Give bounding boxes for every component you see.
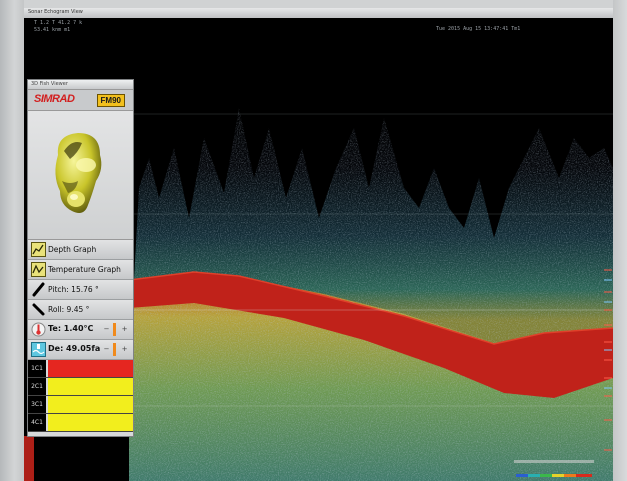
readout-line-2: 53.41 knm m1 — [34, 27, 71, 33]
roll-row: Roll: 9.45 ° — [28, 300, 133, 320]
temperature-graph-button[interactable]: Temperature Graph — [28, 260, 133, 280]
depth-increase-button[interactable]: + — [120, 344, 129, 355]
temperature-increase-button[interactable]: + — [120, 324, 129, 335]
pitch-icon — [32, 282, 45, 297]
fish-3d-model — [55, 133, 102, 213]
screen-frame-top — [0, 0, 627, 8]
datetime-readout: Tue 2015 Aug 15 13:47:41 Tm1 — [436, 26, 521, 32]
channel-row[interactable]: 1C1 — [28, 360, 133, 378]
depth-value: De: 49.05fa — [48, 344, 101, 353]
chart-icon — [31, 262, 46, 277]
depth-icon — [31, 342, 46, 357]
model-badge: FM90 — [96, 94, 125, 107]
depth-graph-button[interactable]: Depth Graph — [28, 240, 133, 260]
channel-tag: 3C1 — [28, 396, 46, 413]
position-readout: T 1.2 T 41.2 7 k 53.41 knm m1 — [34, 20, 82, 34]
fish-viewer-panel: 3D Fish Viewer SIMRAD FM90 Depth Graph T… — [27, 79, 134, 437]
channel-color-swatch[interactable] — [48, 360, 133, 377]
screen-frame-left — [0, 0, 24, 481]
depth-decrease-button[interactable]: − — [102, 344, 111, 355]
chart-icon — [31, 242, 46, 257]
depth-level-indicator — [113, 343, 116, 356]
channel-tag: 4C1 — [28, 414, 46, 431]
pitch-row: Pitch: 15.76 ° — [28, 280, 133, 300]
roll-value: Roll: 9.45 ° — [48, 305, 90, 314]
brand-bar: SIMRAD FM90 — [28, 90, 133, 111]
channel-row[interactable]: 2C1 — [28, 378, 133, 396]
channel-color-swatch[interactable] — [48, 414, 133, 431]
channel-color-swatch[interactable] — [48, 396, 133, 413]
3d-fish-viewer[interactable] — [28, 111, 133, 240]
channel-color-swatch[interactable] — [48, 378, 133, 395]
channel-tag: 2C1 — [28, 378, 46, 395]
brand-logo: SIMRAD — [34, 93, 75, 105]
temperature-row: Te: 1.40°C − + — [28, 320, 133, 340]
panel-title: 3D Fish Viewer — [28, 80, 133, 90]
thermometer-icon — [31, 322, 46, 337]
screen-frame-right — [613, 0, 627, 481]
depth-graph-label: Depth Graph — [48, 245, 97, 254]
channel-list: 1C1 2C1 3C1 4C1 — [28, 360, 133, 432]
window-title: Sonar Echogram View — [28, 9, 83, 15]
depth-row: De: 49.05fa − + — [28, 340, 133, 360]
channel-tag: 1C1 — [28, 360, 46, 377]
temperature-value: Te: 1.40°C — [48, 324, 94, 333]
roll-icon — [32, 303, 45, 316]
channel-row[interactable]: 4C1 — [28, 414, 133, 432]
temperature-decrease-button[interactable]: − — [102, 324, 111, 335]
depth-scale-ticks — [604, 269, 612, 451]
temperature-level-indicator — [113, 323, 116, 336]
channel-row[interactable]: 3C1 — [28, 396, 133, 414]
pitch-value: Pitch: 15.76 ° — [48, 285, 99, 294]
readout-line-1: T 1.2 T 41.2 7 k — [34, 20, 83, 26]
temperature-graph-label: Temperature Graph — [48, 265, 121, 274]
